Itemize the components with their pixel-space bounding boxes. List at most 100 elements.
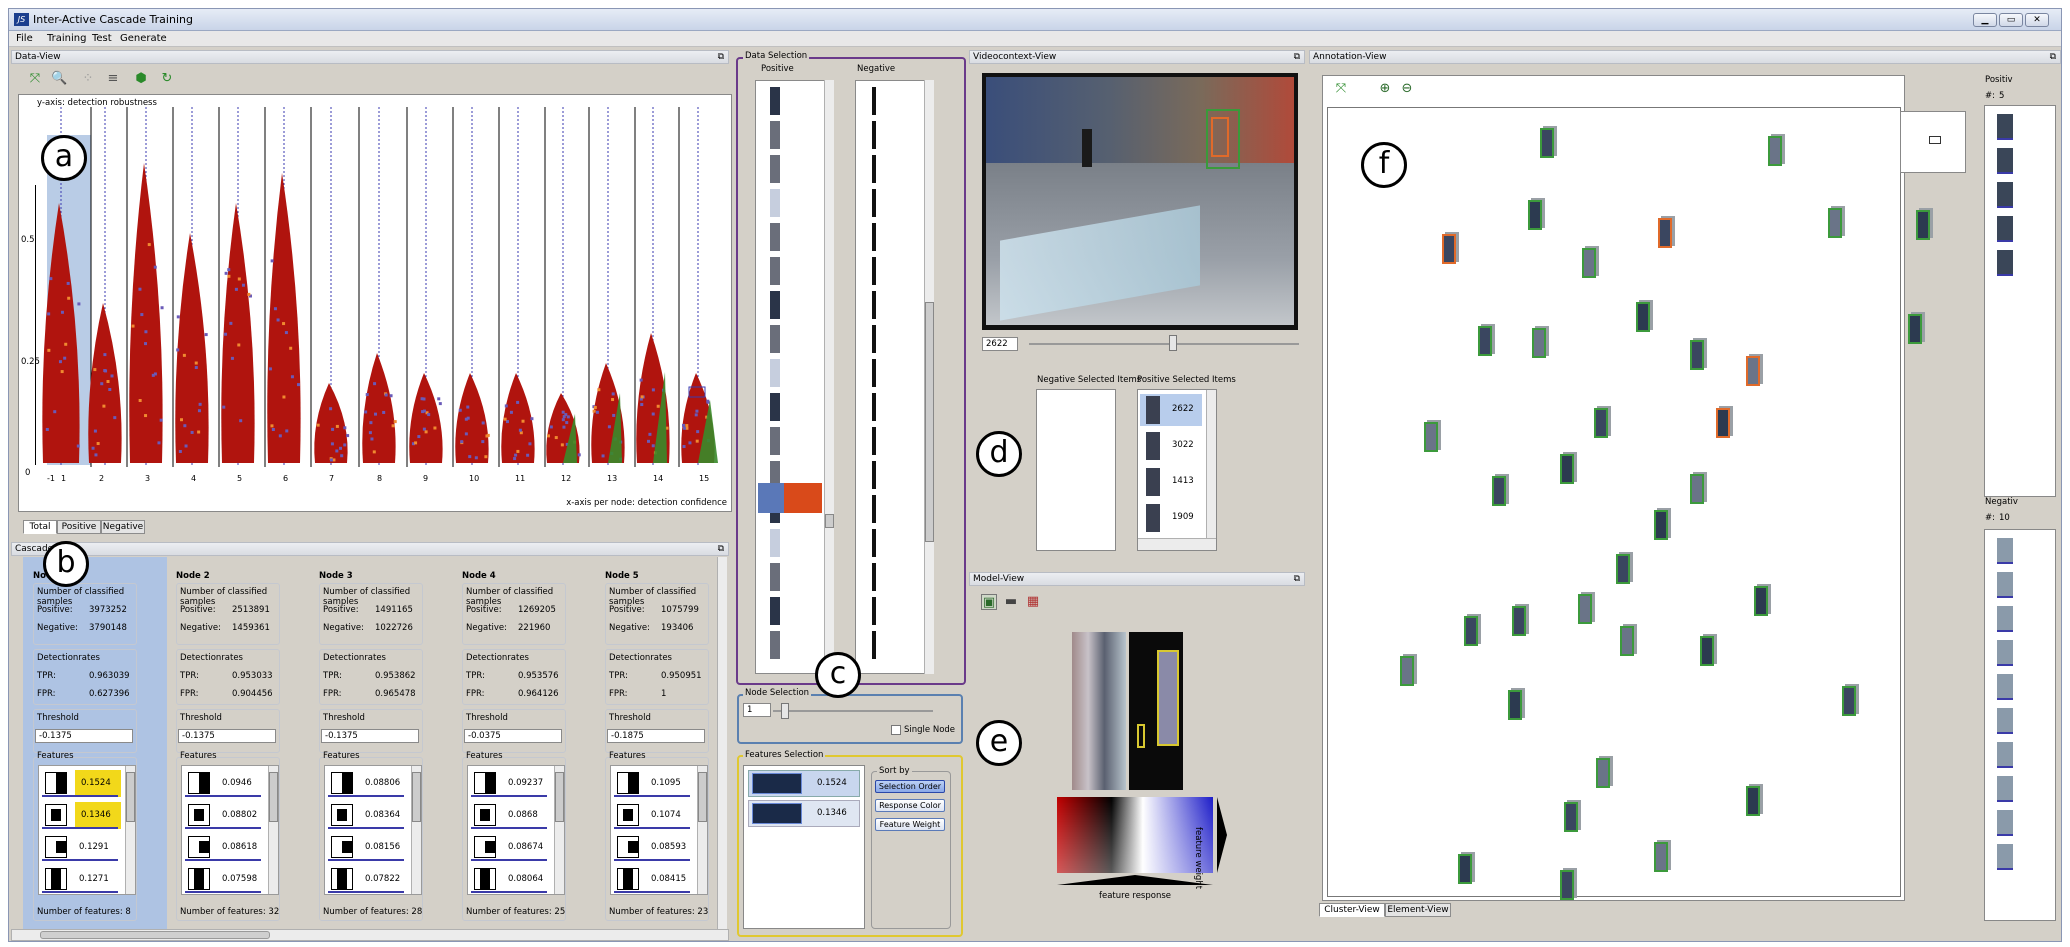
sample-point[interactable] xyxy=(270,259,274,263)
feature-list[interactable]: 0.09237 0.0868 0.08674 0.08064 xyxy=(467,765,565,895)
sample-point[interactable] xyxy=(547,434,551,438)
threshold-input[interactable]: -0.1875 xyxy=(607,729,705,743)
feature-row[interactable]: 0.08415 xyxy=(611,865,693,894)
feature-list[interactable]: 0.08806 0.08364 0.08156 0.07822 xyxy=(324,765,422,895)
negative-annotation-thumb[interactable] xyxy=(1997,606,2013,632)
negative-selected-list[interactable] xyxy=(1036,389,1116,551)
sample-point[interactable] xyxy=(289,346,293,350)
threshold-input[interactable]: -0.1375 xyxy=(321,729,419,743)
sample-point[interactable] xyxy=(60,370,64,374)
sample-point[interactable] xyxy=(222,405,226,409)
sample-point[interactable] xyxy=(157,441,161,445)
sample-point[interactable] xyxy=(241,283,245,287)
sample-point[interactable] xyxy=(247,292,251,296)
feature-list-scrollbar[interactable] xyxy=(411,766,421,894)
sample-point[interactable] xyxy=(518,428,522,432)
cascade-hscroll[interactable] xyxy=(11,929,729,941)
sample-point[interactable] xyxy=(49,277,53,281)
negative-sample-cloud[interactable] xyxy=(175,233,209,463)
undock-icon[interactable]: ⧉ xyxy=(2050,51,2056,63)
sort-feature-weight-button[interactable]: Feature Weight xyxy=(875,818,945,831)
negative-sample-cloud[interactable] xyxy=(455,373,489,463)
sample-point[interactable] xyxy=(76,444,80,448)
sample-point[interactable] xyxy=(612,413,616,417)
sample-cluster-box[interactable] xyxy=(1400,656,1414,686)
model-image-icon[interactable]: ▬ xyxy=(1003,594,1019,610)
sample-point[interactable] xyxy=(229,321,233,325)
sample-point[interactable] xyxy=(194,361,198,365)
data-view-plot[interactable]: y-axis: detection robustness 0.5 0.25 0 … xyxy=(18,94,732,512)
feature-list[interactable]: 0.0946 0.08802 0.08618 0.07598 xyxy=(181,765,279,895)
feature-row[interactable]: 0.08064 xyxy=(468,865,550,894)
negative-thumbnail[interactable] xyxy=(872,121,876,149)
negative-sample-cloud[interactable] xyxy=(88,303,122,463)
sample-cluster-box[interactable] xyxy=(1654,510,1668,540)
feature-row[interactable]: 0.1074 xyxy=(611,801,693,830)
sample-point[interactable] xyxy=(237,277,241,281)
frame-spinbox[interactable]: 2622 xyxy=(982,337,1018,351)
feature-row[interactable]: 0.1346 xyxy=(39,801,121,830)
sample-point[interactable] xyxy=(421,410,425,414)
negative-annotation-thumb[interactable] xyxy=(1997,572,2013,598)
sample-cluster-box[interactable] xyxy=(1616,554,1630,584)
sample-point[interactable] xyxy=(237,343,241,347)
negative-thumbnail[interactable] xyxy=(872,461,876,489)
sample-cluster-box[interactable] xyxy=(1690,474,1704,504)
cluster-canvas[interactable] xyxy=(1327,107,1930,900)
sample-point[interactable] xyxy=(384,393,388,397)
sample-point[interactable] xyxy=(695,409,699,413)
sample-point[interactable] xyxy=(592,409,596,413)
sample-point[interactable] xyxy=(694,413,698,417)
feature-row[interactable]: 0.1524 xyxy=(39,769,121,798)
sample-point[interactable] xyxy=(93,429,97,433)
feature-row[interactable]: 0.1291 xyxy=(39,833,121,862)
sample-point[interactable] xyxy=(198,402,202,406)
sample-point[interactable] xyxy=(190,430,194,434)
sample-point[interactable] xyxy=(153,265,157,269)
sample-point[interactable] xyxy=(422,397,426,401)
maximize-button[interactable]: ▭ xyxy=(1999,13,2023,27)
cascade-node-card[interactable]: Node 4 Number of classified samples Posi… xyxy=(462,571,566,925)
positive-annotation-list[interactable] xyxy=(1984,105,2056,497)
sample-point[interactable] xyxy=(285,429,289,433)
sample-point[interactable] xyxy=(234,287,238,291)
sample-point[interactable] xyxy=(197,409,201,413)
negative-annotation-thumb[interactable] xyxy=(1997,640,2013,666)
sample-point[interactable] xyxy=(486,433,490,437)
feature-row[interactable]: 0.08674 xyxy=(468,833,550,862)
positive-thumbnail[interactable] xyxy=(770,359,780,387)
sample-point[interactable] xyxy=(227,274,231,278)
sample-point[interactable] xyxy=(504,404,508,408)
sample-point[interactable] xyxy=(224,332,228,336)
sample-cluster-box[interactable] xyxy=(1768,136,1782,166)
sample-cluster-box[interactable] xyxy=(1620,626,1634,656)
negative-thumbnail[interactable] xyxy=(872,257,876,285)
feature-row[interactable]: 0.1271 xyxy=(39,865,121,894)
negative-sample-cloud[interactable] xyxy=(362,353,396,463)
sample-point[interactable] xyxy=(365,393,369,397)
feature-row[interactable]: 0.07822 xyxy=(325,865,407,894)
sample-point[interactable] xyxy=(106,380,110,384)
sample-cluster-box[interactable] xyxy=(1560,454,1574,484)
scroll-thumb[interactable] xyxy=(925,302,934,542)
selected-list-scrollbar[interactable] xyxy=(1206,390,1216,538)
negative-annotation-thumb[interactable] xyxy=(1997,708,2013,734)
sample-cluster-box[interactable] xyxy=(1916,210,1930,240)
sample-point[interactable] xyxy=(466,416,470,420)
sample-point[interactable] xyxy=(290,375,294,379)
sample-point[interactable] xyxy=(466,405,470,409)
sample-point[interactable] xyxy=(340,454,344,458)
sample-cluster-box[interactable] xyxy=(1746,786,1760,816)
sample-point[interactable] xyxy=(144,414,148,418)
negative-thumbnail[interactable] xyxy=(872,597,876,625)
sample-point[interactable] xyxy=(656,404,660,408)
positive-annotation-thumb[interactable] xyxy=(1997,250,2013,276)
positive-thumbnail[interactable] xyxy=(770,529,780,557)
sample-point[interactable] xyxy=(640,395,644,399)
sample-point[interactable] xyxy=(651,444,655,448)
sample-cluster-box[interactable] xyxy=(1492,476,1506,506)
sample-point[interactable] xyxy=(648,432,652,436)
sample-point[interactable] xyxy=(282,395,286,399)
sample-cluster-box[interactable] xyxy=(1700,636,1714,666)
negative-annotation-thumb[interactable] xyxy=(1997,810,2013,836)
